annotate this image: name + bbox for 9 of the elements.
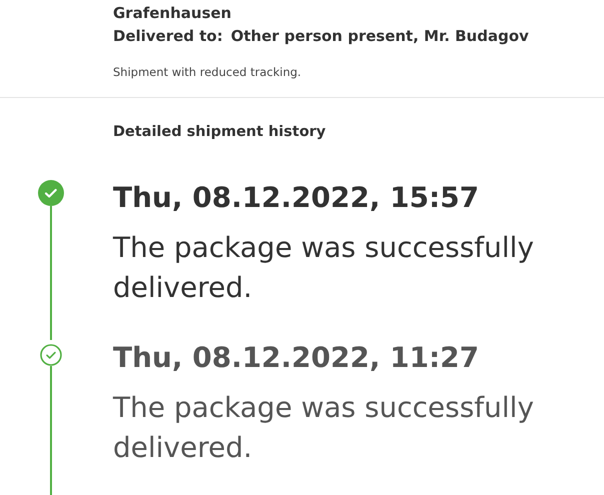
history-heading: Detailed shipment history (113, 123, 327, 142)
city-text: Grafenhausen (113, 3, 232, 24)
event-description: The package was successfully delivered. (113, 230, 535, 306)
event-description: The package was successfully delivered. (113, 390, 535, 466)
event-time: Thu, 08.12.2022, 15:57 (113, 180, 480, 216)
recipient-text: Other person present, Mr. Budagov (230, 26, 529, 47)
tracking-note: Shipment with reduced tracking. (113, 64, 302, 81)
delivered-label: Delivered to: (113, 26, 223, 47)
event-time: Thu, 08.12.2022, 11:27 (113, 340, 480, 376)
